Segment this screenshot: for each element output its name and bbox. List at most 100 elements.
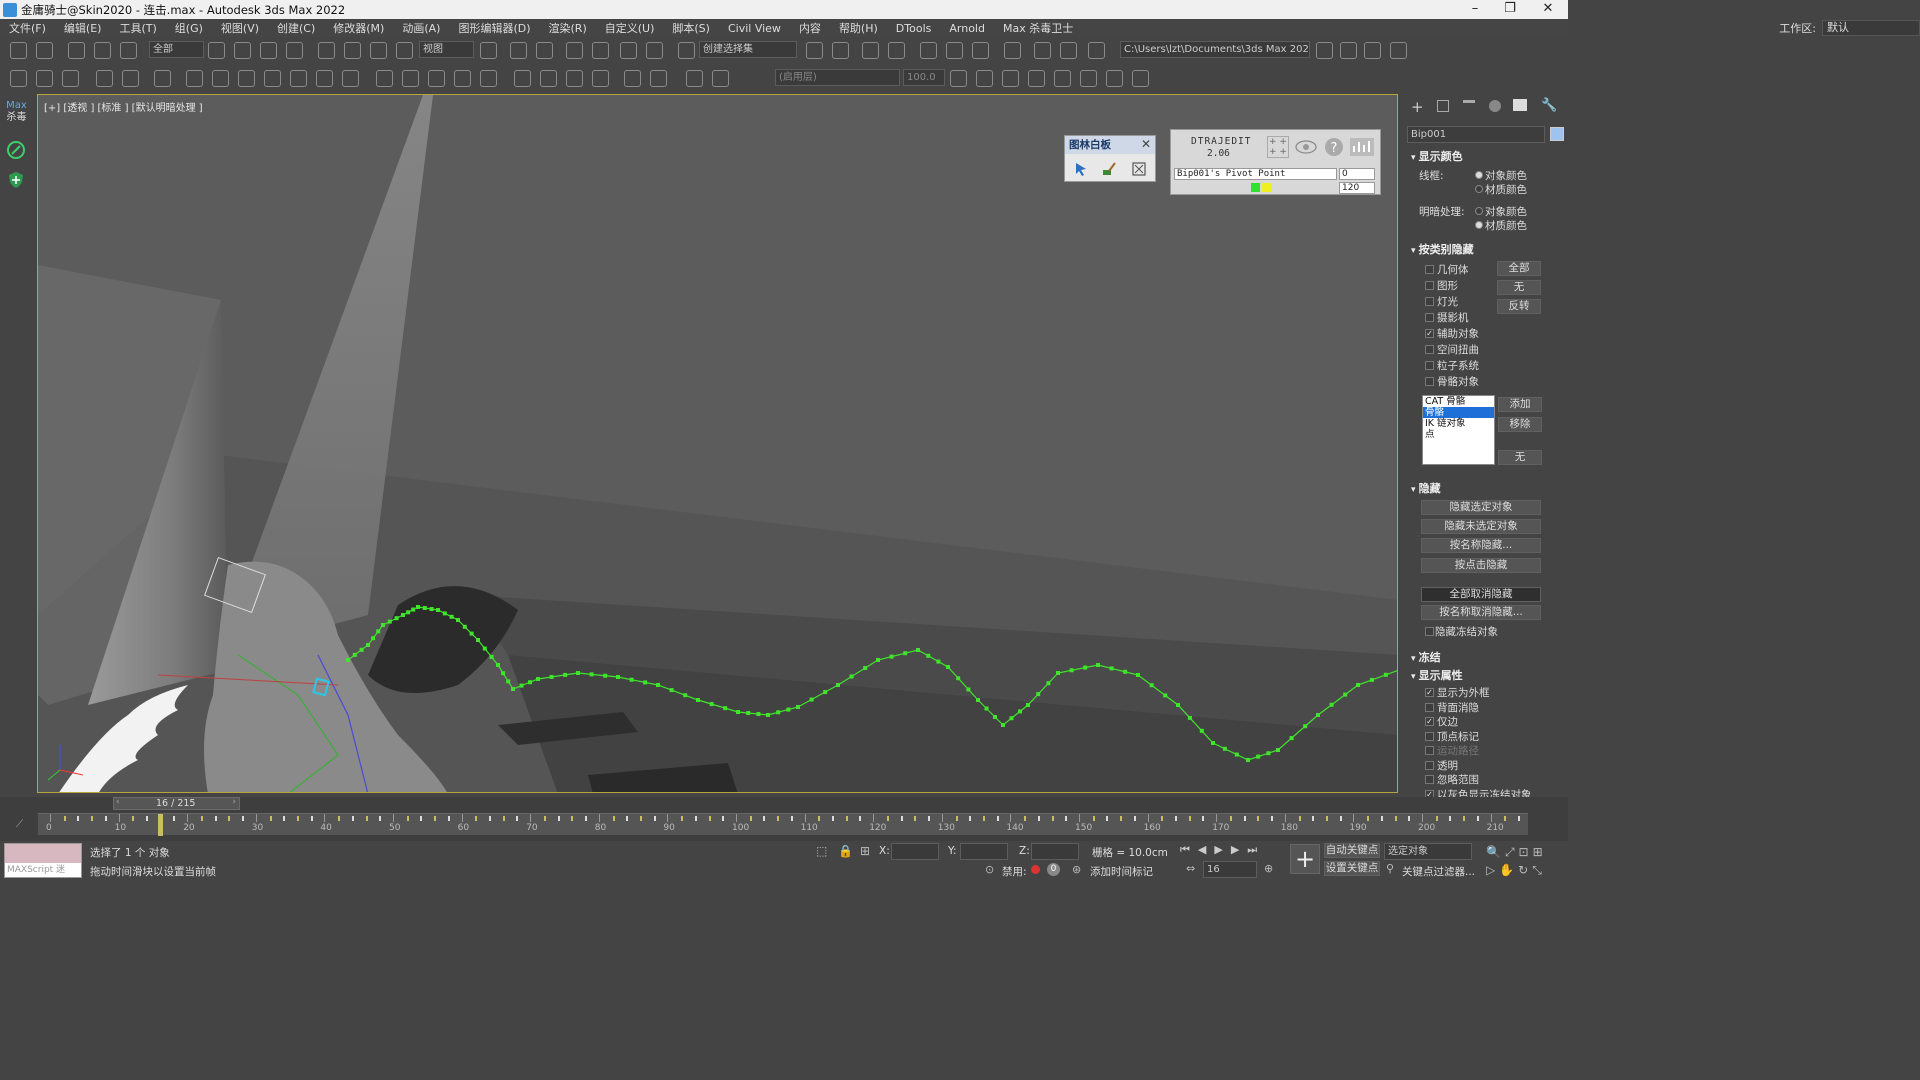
trajectory-key[interactable] bbox=[1316, 713, 1320, 717]
trajectory-key[interactable] bbox=[1096, 663, 1100, 667]
freeze-title[interactable]: 冻结 bbox=[1411, 649, 1441, 665]
lock-icon[interactable]: 🔒 bbox=[838, 844, 853, 858]
trajectory-key[interactable] bbox=[1343, 692, 1348, 697]
playback-controls[interactable]: ⏮◀▶▶⏭ bbox=[1180, 843, 1290, 859]
y-coordinate-field[interactable] bbox=[960, 843, 1008, 860]
modify-tab-icon[interactable] bbox=[1437, 100, 1449, 112]
key-marker[interactable] bbox=[1476, 816, 1479, 821]
key-marker[interactable] bbox=[1120, 816, 1123, 821]
key-marker[interactable] bbox=[1394, 816, 1397, 821]
key-marker[interactable] bbox=[1367, 816, 1370, 821]
key-marker[interactable] bbox=[1271, 816, 1273, 821]
selected-object-select[interactable]: 选定对象 bbox=[1384, 843, 1472, 860]
hide-button-0[interactable]: 隐藏选定对象 bbox=[1421, 500, 1541, 515]
main-tool-icon-30[interactable] bbox=[1060, 42, 1077, 59]
trajectory-key[interactable] bbox=[616, 675, 620, 679]
secondary-tool-icon-6[interactable] bbox=[186, 70, 203, 87]
trajectory-key[interactable] bbox=[406, 610, 411, 615]
key-marker[interactable] bbox=[434, 816, 437, 821]
trajectory-key[interactable] bbox=[381, 623, 385, 627]
key-marker[interactable] bbox=[173, 816, 176, 821]
trajectory-key[interactable] bbox=[756, 712, 761, 717]
shield-icon[interactable] bbox=[6, 170, 26, 190]
current-frame-field[interactable]: 16 bbox=[1203, 861, 1257, 878]
display-properties-title[interactable]: 显示属性 bbox=[1411, 667, 1463, 683]
trajectory-key[interactable] bbox=[956, 676, 961, 681]
key-marker[interactable] bbox=[694, 816, 697, 821]
viewport-label[interactable]: [+] [透视 ] [标准 ] [默认明暗处理 ] bbox=[44, 99, 203, 114]
key-marker[interactable] bbox=[1339, 816, 1342, 821]
trajectory-key[interactable] bbox=[903, 651, 908, 656]
key-marker[interactable] bbox=[1188, 816, 1191, 821]
key-marker[interactable] bbox=[296, 816, 299, 821]
key-marker[interactable] bbox=[1243, 816, 1246, 821]
menu-item-17[interactable]: Max 杀毒卫士 bbox=[994, 20, 1082, 36]
menu-item-2[interactable]: 工具(T) bbox=[110, 20, 165, 36]
pointer-icon[interactable] bbox=[1073, 161, 1089, 177]
trajectory-key[interactable] bbox=[1199, 728, 1204, 733]
auto-key-button[interactable]: 自动关键点 bbox=[1324, 843, 1380, 858]
display-tab-icon[interactable] bbox=[1513, 99, 1527, 111]
secondary-tool-icon-17[interactable] bbox=[480, 70, 497, 87]
perspective-viewport[interactable]: [+] [透视 ] [标准 ] [默认明暗处理 ] bbox=[37, 94, 1398, 793]
key-marker[interactable] bbox=[928, 816, 930, 821]
trajectory-key[interactable] bbox=[1356, 683, 1360, 687]
trajectory-key[interactable] bbox=[442, 611, 447, 616]
menu-item-6[interactable]: 修改器(M) bbox=[324, 20, 393, 36]
set-key-button[interactable]: 设置关键点 bbox=[1324, 861, 1380, 876]
trajectory-key[interactable] bbox=[916, 648, 920, 652]
trajectory-key[interactable] bbox=[387, 619, 392, 624]
trajectory-key[interactable] bbox=[411, 607, 416, 612]
color-swatch-yellow[interactable] bbox=[1262, 183, 1271, 192]
selection-filter-select[interactable]: 全部 bbox=[149, 41, 204, 58]
hide-button-2[interactable]: 按名称隐藏... bbox=[1421, 538, 1541, 553]
trajectory-key[interactable] bbox=[796, 705, 800, 709]
main-tool-icon-17[interactable] bbox=[592, 42, 609, 59]
key-marker[interactable] bbox=[1298, 816, 1301, 821]
wire-object-color-radio[interactable] bbox=[1475, 171, 1483, 179]
menu-item-1[interactable]: 编辑(E) bbox=[55, 20, 111, 36]
key-marker[interactable] bbox=[104, 816, 107, 821]
trajectory-key[interactable] bbox=[496, 663, 500, 667]
isolate-icon[interactable]: ⬚ bbox=[816, 844, 827, 858]
secondary-tool-icon-21[interactable] bbox=[592, 70, 609, 87]
main-tool-icon-24[interactable] bbox=[888, 42, 905, 59]
key-marker[interactable] bbox=[1024, 816, 1027, 821]
secondary-tool-icon-8[interactable] bbox=[238, 70, 255, 87]
record-icon[interactable] bbox=[1031, 865, 1040, 874]
main-tool-icon-3[interactable] bbox=[94, 42, 111, 59]
trajectory-key[interactable] bbox=[1001, 723, 1005, 727]
trajectory-key[interactable] bbox=[863, 666, 868, 670]
trajectory-key[interactable] bbox=[1136, 673, 1140, 677]
trajectory-key[interactable] bbox=[1329, 702, 1334, 707]
trajectory-key[interactable] bbox=[696, 698, 700, 702]
trajectory-key[interactable] bbox=[422, 606, 427, 611]
trajectory-key[interactable] bbox=[376, 629, 381, 634]
trajectory-key[interactable] bbox=[511, 687, 515, 691]
trajectory-key[interactable] bbox=[1163, 693, 1168, 698]
secondary-tool-icon-26[interactable] bbox=[950, 70, 967, 87]
key-marker[interactable] bbox=[1175, 816, 1177, 821]
category-checkbox-7[interactable] bbox=[1425, 377, 1434, 386]
key-marker[interactable] bbox=[571, 816, 574, 821]
trajectory-key[interactable] bbox=[1009, 716, 1014, 721]
secondary-tool-icon-15[interactable] bbox=[428, 70, 445, 87]
workspace-select[interactable]: 默认 bbox=[1822, 20, 1920, 36]
menu-item-10[interactable]: 自定义(U) bbox=[596, 20, 664, 36]
key-marker[interactable] bbox=[1408, 816, 1411, 821]
key-marker[interactable] bbox=[1065, 816, 1068, 821]
trajectory-key[interactable] bbox=[371, 636, 376, 641]
key-marker[interactable] bbox=[1257, 816, 1260, 821]
key-filters-label[interactable]: 关键点过滤器... bbox=[1402, 864, 1475, 879]
minimize-button[interactable]: – bbox=[1457, 0, 1493, 19]
display-prop-checkbox-4[interactable] bbox=[1425, 746, 1434, 755]
key-marker[interactable] bbox=[722, 816, 725, 821]
main-tool-icon-27[interactable] bbox=[972, 42, 989, 59]
trajectory-key[interactable] bbox=[1046, 681, 1051, 686]
key-marker[interactable] bbox=[914, 816, 917, 821]
key-marker[interactable] bbox=[1161, 816, 1164, 821]
create-tab-icon[interactable]: + bbox=[1411, 98, 1424, 116]
trajectory-key[interactable] bbox=[736, 710, 740, 714]
main-tool-icon-8[interactable] bbox=[286, 42, 303, 59]
trajectory-key[interactable] bbox=[723, 706, 728, 711]
